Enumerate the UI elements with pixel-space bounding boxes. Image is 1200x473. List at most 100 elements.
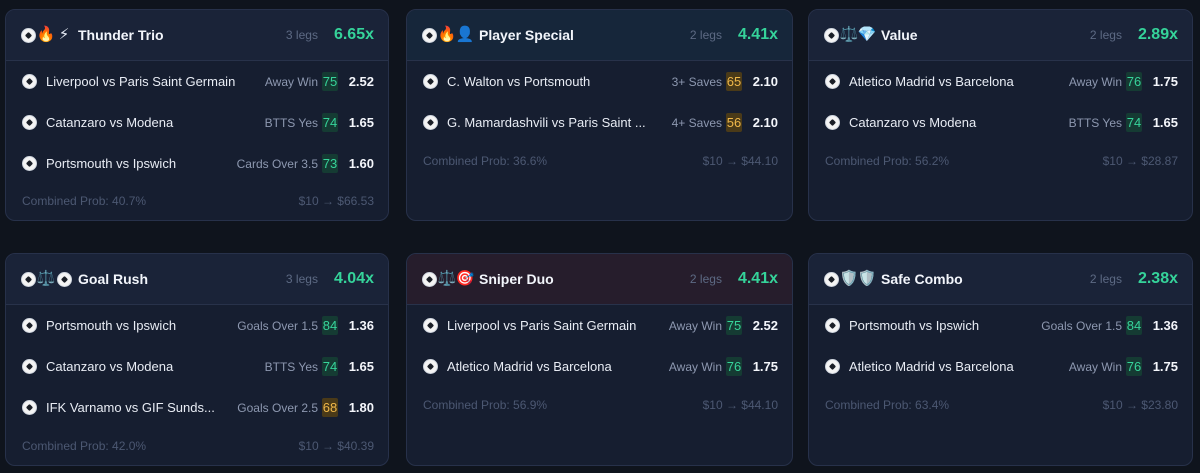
target-icon: 🎯 <box>455 270 475 287</box>
market: Away Win <box>1068 359 1122 374</box>
leg-row[interactable]: Atletico Madrid vs Barcelona Away Win 76… <box>809 346 1192 387</box>
market: Cards Over 3.5 <box>236 156 318 171</box>
odds: 2.52 <box>348 74 374 89</box>
match-name: Portsmouth vs Ipswich <box>46 156 177 171</box>
leg-row[interactable]: Portsmouth vs Ipswich Goals Over 1.5 84 … <box>809 305 1192 346</box>
parlay-grid: 🔥 ⚡ Thunder Trio 3 legs 6.65x Liverpool … <box>0 0 1200 473</box>
scales-icon: ⚖️ <box>839 26 859 43</box>
leg-row[interactable]: C. Walton vs Portsmouth 3+ Saves 65 2.10 <box>407 61 792 102</box>
card-icons: 🔥 👤 <box>421 26 474 43</box>
card-icons: 🔥 ⚡ <box>20 27 72 43</box>
card-header: ⚖️ 💎 Value 2 legs 2.89x <box>809 10 1192 61</box>
market: Goals Over 2.5 <box>237 400 318 415</box>
leg-row[interactable]: Portsmouth vs Ipswich Cards Over 3.5 73 … <box>6 143 388 184</box>
soccer-ball-icon <box>421 271 437 287</box>
leg-row[interactable]: Catanzaro vs Modena BTTS Yes 74 1.65 <box>6 346 388 387</box>
odds: 1.65 <box>348 359 374 374</box>
card-footer: Combined Prob: 40.7% $10 → $66.53 <box>22 194 374 208</box>
market: Goals Over 1.5 <box>1041 318 1122 333</box>
parlay-card[interactable]: ⚖️ 💎 Value 2 legs 2.89x Atletico Madrid … <box>808 9 1193 221</box>
card-title: Sniper Duo <box>479 271 554 287</box>
match-name: C. Walton vs Portsmouth <box>447 74 591 89</box>
leg-row[interactable]: Atletico Madrid vs Barcelona Away Win 76… <box>407 346 792 387</box>
confidence-badge: 74 <box>322 113 338 132</box>
match-name: Catanzaro vs Modena <box>46 115 174 130</box>
card-header: 🔥 ⚡ Thunder Trio 3 legs 6.65x <box>6 10 388 61</box>
market: Away Win <box>668 318 722 333</box>
soccer-ball-icon <box>423 74 438 89</box>
soccer-ball-icon <box>20 27 36 43</box>
payout: $10 → $44.10 <box>702 154 778 168</box>
legs-count: 3 legs <box>285 272 318 286</box>
parlay-card[interactable]: 🔥 ⚡ Thunder Trio 3 legs 6.65x Liverpool … <box>5 9 389 221</box>
leg-row[interactable]: Atletico Madrid vs Barcelona Away Win 76… <box>809 61 1192 102</box>
card-footer: Combined Prob: 42.0% $10 → $40.39 <box>22 439 374 453</box>
market: BTTS Yes <box>264 115 318 130</box>
soccer-ball-icon <box>22 115 37 130</box>
leg-row[interactable]: IFK Varnamo vs GIF Sunds... Goals Over 2… <box>6 387 388 428</box>
confidence-badge: 84 <box>1126 316 1142 335</box>
legs-count: 2 legs <box>689 272 722 286</box>
leg-row[interactable]: Portsmouth vs Ipswich Goals Over 1.5 84 … <box>6 305 388 346</box>
card-title: Thunder Trio <box>78 27 164 43</box>
combined-prob: Combined Prob: 56.9% <box>423 398 548 412</box>
card-footer: Combined Prob: 56.9% $10 → $44.10 <box>423 398 778 412</box>
market: Away Win <box>1068 74 1122 89</box>
leg-row[interactable]: Liverpool vs Paris Saint Germain Away Wi… <box>407 305 792 346</box>
fire-icon: 🔥 <box>437 26 457 43</box>
odds: 2.10 <box>752 115 778 130</box>
soccer-ball-icon <box>825 115 840 130</box>
match-name: Atletico Madrid vs Barcelona <box>849 74 1014 89</box>
odds: 2.52 <box>752 318 778 333</box>
soccer-ball-icon <box>22 156 37 171</box>
card-footer: Combined Prob: 63.4% $10 → $23.80 <box>825 398 1178 412</box>
multiplier: 4.41x <box>737 26 778 43</box>
soccer-ball-icon <box>22 74 37 89</box>
match-name: Catanzaro vs Modena <box>46 359 174 374</box>
confidence-badge: 84 <box>322 316 338 335</box>
card-footer: Combined Prob: 36.6% $10 → $44.10 <box>423 154 778 168</box>
card-title: Player Special <box>479 27 574 43</box>
card-title: Safe Combo <box>881 271 963 287</box>
payout: $10 → $66.53 <box>298 194 374 208</box>
odds: 1.75 <box>752 359 778 374</box>
parlay-card[interactable]: ⚖️ Goal Rush 3 legs 4.04x Portsmouth vs … <box>5 253 389 466</box>
match-name: Liverpool vs Paris Saint Germain <box>46 74 236 89</box>
leg-row[interactable]: Catanzaro vs Modena BTTS Yes 74 1.65 <box>6 102 388 143</box>
card-title: Goal Rush <box>78 271 149 287</box>
parlay-card[interactable]: 🔥 👤 Player Special 2 legs 4.41x C. Walto… <box>406 9 793 221</box>
legs-count: 2 legs <box>1089 28 1122 42</box>
match-name: Portsmouth vs Ipswich <box>849 318 980 333</box>
market: 4+ Saves <box>671 115 722 130</box>
confidence-badge: 76 <box>1126 357 1142 376</box>
multiplier: 2.89x <box>1137 26 1178 43</box>
payout: $10 → $40.39 <box>298 439 374 453</box>
parlay-card[interactable]: ⚖️ 🎯 Sniper Duo 2 legs 4.41x Liverpool v… <box>406 253 793 466</box>
legs-count: 3 legs <box>285 28 318 42</box>
combined-prob: Combined Prob: 42.0% <box>22 439 147 453</box>
match-name: G. Mamardashvili vs Paris Saint ... <box>447 115 646 130</box>
leg-row[interactable]: G. Mamardashvili vs Paris Saint ... 4+ S… <box>407 102 792 143</box>
combined-prob: Combined Prob: 40.7% <box>22 194 147 208</box>
legs-count: 2 legs <box>1089 272 1122 286</box>
confidence-badge: 75 <box>322 72 338 91</box>
soccer-ball-icon <box>825 359 840 374</box>
card-icons: ⚖️ 💎 <box>823 26 876 43</box>
soccer-ball-icon <box>22 400 37 415</box>
card-icons: ⚖️ <box>20 271 72 287</box>
soccer-ball-icon <box>421 27 437 43</box>
match-name: Liverpool vs Paris Saint Germain <box>447 318 637 333</box>
legs-count: 2 legs <box>689 28 722 42</box>
multiplier: 2.38x <box>1137 270 1178 287</box>
lightning-icon: ⚡ <box>58 26 70 43</box>
leg-row[interactable]: Liverpool vs Paris Saint Germain Away Wi… <box>6 61 388 102</box>
card-header: 🛡️ 🛡️ Safe Combo 2 legs 2.38x <box>809 254 1192 305</box>
parlay-card[interactable]: 🛡️ 🛡️ Safe Combo 2 legs 2.38x Portsmouth… <box>808 253 1193 466</box>
confidence-badge: 74 <box>322 357 338 376</box>
match-name: Catanzaro vs Modena <box>849 115 977 130</box>
confidence-badge: 73 <box>322 154 338 173</box>
soccer-ball-icon <box>823 27 839 43</box>
odds: 1.80 <box>348 400 374 415</box>
leg-row[interactable]: Catanzaro vs Modena BTTS Yes 74 1.65 <box>809 102 1192 143</box>
multiplier: 4.41x <box>737 270 778 287</box>
